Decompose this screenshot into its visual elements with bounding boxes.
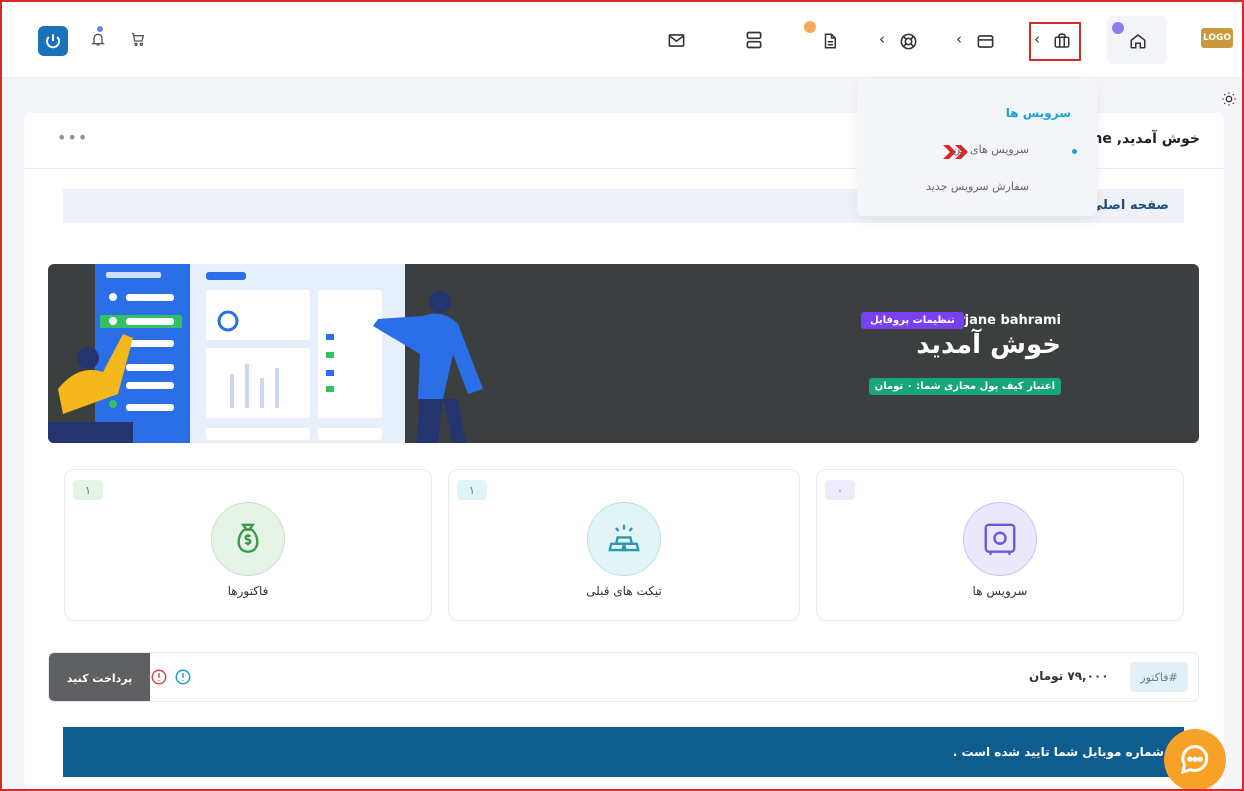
active-bullet-icon [1072, 149, 1077, 154]
dashboard-illustration [48, 264, 483, 443]
server-icon[interactable] [740, 26, 768, 54]
home-icon[interactable] [1124, 27, 1152, 55]
stat-card-services[interactable]: ۰ سرویس ها [816, 469, 1184, 621]
more-options-icon[interactable]: ••• [57, 128, 88, 147]
top-navbar: LOGO ‹ ‹ ‹ [0, 0, 1244, 78]
invoices-label: فاکتورها [227, 584, 269, 598]
invoice-number-tag[interactable]: فاکتور# [1130, 662, 1188, 692]
chat-bubble-icon [1181, 744, 1209, 775]
invoices-count-badge: ۱ [73, 480, 103, 500]
document-icon[interactable] [816, 27, 844, 55]
unpaid-invoice-row: پرداخت کنید ۷۹,۰۰۰ تومان فاکتور# [48, 652, 1199, 702]
services-chevron-icon: ‹ [1034, 30, 1040, 48]
billing-chevron-icon: ‹ [956, 30, 962, 48]
briefcase-icon[interactable] [1048, 27, 1076, 55]
cart-icon[interactable] [124, 25, 152, 53]
stat-card-tickets[interactable]: ۱ تیکت های قبلی [448, 469, 800, 621]
money-bag-icon [211, 502, 285, 576]
pay-invoice-button[interactable]: پرداخت کنید [49, 653, 150, 701]
lifebuoy-icon[interactable] [894, 27, 922, 55]
home-notification-dot [1112, 22, 1124, 34]
services-count-badge: ۰ [825, 480, 855, 500]
brand-logo[interactable]: LOGO [1201, 28, 1233, 48]
services-dropdown-menu: سرویس ها سرویس های من سفارش سرویس جدید [857, 78, 1097, 216]
chat-support-button[interactable] [1164, 729, 1226, 791]
info-icon[interactable] [174, 668, 192, 690]
mail-icon[interactable] [662, 26, 690, 54]
safe-icon [963, 502, 1037, 576]
support-chevron-icon: ‹ [879, 30, 885, 48]
gold-bars-icon [587, 502, 661, 576]
power-icon[interactable] [38, 26, 68, 56]
tickets-count-badge: ۱ [457, 480, 487, 500]
theme-toggle-sun-icon[interactable] [1221, 91, 1237, 111]
credit-card-icon[interactable] [971, 27, 999, 55]
pointer-arrow-icon [941, 144, 971, 164]
menu-item-new-service[interactable]: سفارش سرویس جدید [926, 180, 1029, 193]
stat-card-invoices[interactable]: ۱ فاکتورها [64, 469, 432, 621]
invoices-notification-dot [804, 21, 816, 33]
alert-message: شماره موبایل شما تایید شده است . [952, 745, 1164, 759]
bell-notification-dot [95, 24, 105, 34]
services-label: سرویس ها [972, 584, 1028, 598]
invoice-amount: ۷۹,۰۰۰ تومان [1029, 669, 1109, 683]
banner-greeting: خوش آمدید [916, 330, 1061, 360]
dropdown-title: سرویس ها [1005, 106, 1071, 120]
warning-icon [150, 668, 168, 690]
tickets-label: تیکت های قبلی [586, 584, 662, 598]
wallet-credit-badge: اعتبار کیف پول مجازی شما: ۰ تومان [868, 378, 1061, 395]
profile-settings-button[interactable]: تنظیمات پروفایل [861, 312, 964, 329]
